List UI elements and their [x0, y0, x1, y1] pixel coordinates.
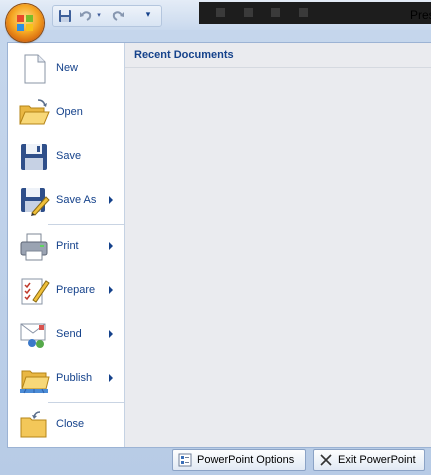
- menu-item-label: Open: [56, 106, 83, 118]
- submenu-arrow-icon: [109, 286, 113, 294]
- close-folder-icon: [20, 411, 47, 438]
- menu-item-open[interactable]: Open: [8, 91, 124, 135]
- powerpoint-options-button[interactable]: PowerPoint Options: [172, 449, 306, 471]
- save-disk-icon: [21, 144, 47, 170]
- menu-item-send[interactable]: Send: [8, 313, 124, 357]
- close-icon: [320, 454, 332, 466]
- undo-icon[interactable]: [79, 9, 93, 23]
- submenu-arrow-icon: [109, 374, 113, 382]
- submenu-arrow-icon: [109, 196, 113, 204]
- exit-powerpoint-button[interactable]: Exit PowerPoint: [313, 449, 425, 471]
- background-icon: [244, 8, 253, 17]
- undo-dropdown-icon[interactable]: ▾: [95, 9, 103, 23]
- menu-item-new[interactable]: New: [8, 47, 124, 91]
- command-list: New Open Save Save As Print Prepare Send…: [8, 43, 125, 447]
- menu-item-prepare[interactable]: Prepare: [8, 269, 124, 313]
- menu-item-label: New: [56, 62, 79, 74]
- redo-icon[interactable]: [111, 9, 125, 23]
- printer-icon: [20, 233, 48, 261]
- new-document-icon: [24, 54, 46, 84]
- prepare-icon: [21, 278, 50, 305]
- menu-item-label: Close: [56, 418, 85, 430]
- menu-item-print[interactable]: Print: [8, 225, 124, 269]
- background-icon: [216, 8, 225, 17]
- exit-label: Exit PowerPoint: [338, 454, 416, 466]
- background-icon: [299, 8, 308, 17]
- menu-item-label: Publish: [56, 372, 93, 384]
- menu-item-label: Save: [56, 150, 82, 162]
- submenu-arrow-icon: [109, 330, 113, 338]
- background-icon: [271, 8, 280, 17]
- options-label: PowerPoint Options: [197, 454, 295, 466]
- menu-item-label: Prepare: [56, 284, 96, 296]
- menu-body: New Open Save Save As Print Prepare Send…: [7, 42, 431, 448]
- publish-icon: [20, 370, 50, 394]
- recent-documents-title: Recent Documents: [125, 43, 431, 68]
- menu-item-save[interactable]: Save: [8, 135, 124, 179]
- background-window: [199, 2, 431, 24]
- menu-item-publish[interactable]: Publish: [8, 357, 124, 401]
- recent-documents-pane: Recent Documents: [125, 43, 431, 447]
- submenu-arrow-icon: [109, 242, 113, 250]
- menu-item-close[interactable]: Close: [8, 403, 124, 447]
- save-icon[interactable]: [58, 9, 72, 23]
- office-logo-icon: [17, 15, 33, 31]
- window-title: Pres: [410, 8, 431, 22]
- title-bar: Pres ▾ ▾: [0, 0, 431, 31]
- application-menu: New Open Save Save As Print Prepare Send…: [0, 30, 431, 475]
- open-folder-icon: [19, 99, 50, 125]
- options-icon: [178, 453, 192, 467]
- customize-toolbar-icon[interactable]: ▾: [144, 6, 152, 22]
- send-icon: [20, 323, 46, 348]
- save-as-icon: [21, 188, 50, 216]
- menu-item-label: Save As: [56, 194, 97, 206]
- menu-item-label: Print: [56, 240, 79, 252]
- menu-item-label: Send: [56, 328, 82, 340]
- office-button[interactable]: [6, 4, 44, 42]
- menu-item-save-as[interactable]: Save As: [8, 179, 124, 223]
